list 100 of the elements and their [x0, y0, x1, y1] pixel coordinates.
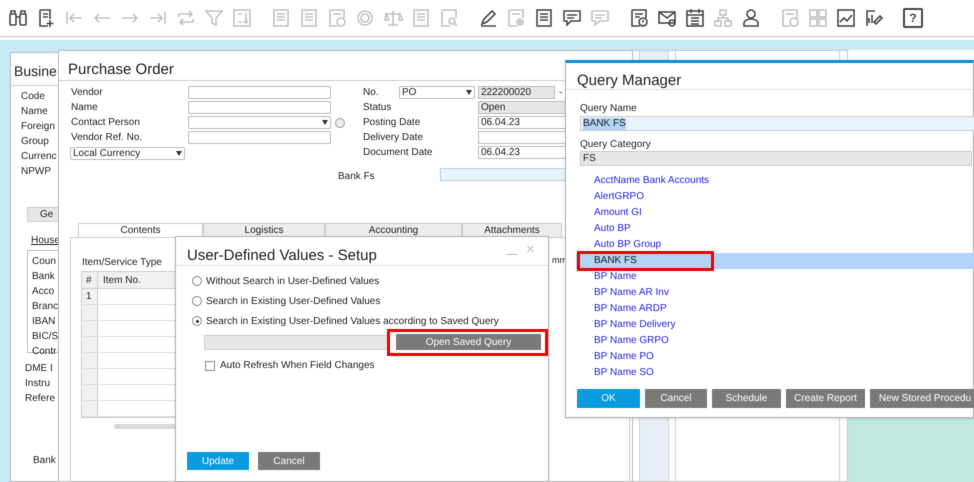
input-field: 222200020: [478, 86, 555, 99]
field-label: Bank Fs: [338, 170, 375, 184]
query-list-item[interactable]: BP Name SO: [576, 365, 974, 381]
query-list-item[interactable]: BP Name AR Inv: [576, 285, 974, 301]
input-field[interactable]: [440, 168, 566, 181]
dialog-button[interactable]: Create Report: [786, 389, 865, 408]
input-field[interactable]: BANK FS: [580, 116, 974, 131]
field-label: Vendor: [71, 86, 104, 100]
chart-icon[interactable]: [836, 8, 856, 28]
field-label: Code: [21, 91, 45, 103]
query-list-item[interactable]: BANK FS: [576, 253, 974, 269]
field-label: Delivery Date: [363, 131, 424, 145]
field-label: Posting Date: [363, 116, 422, 130]
field-label: Document Date: [363, 146, 434, 160]
query-list-item[interactable]: BP Name: [576, 269, 974, 285]
scrollbar[interactable]: [114, 424, 177, 429]
tab[interactable]: Ge: [27, 207, 59, 222]
input-field[interactable]: [204, 335, 388, 350]
dialog-button[interactable]: Cancel: [645, 389, 707, 408]
field-label: Name: [21, 106, 48, 118]
mail-icon[interactable]: [657, 8, 677, 28]
input-field: Open: [478, 101, 567, 114]
query-list-item[interactable]: BP Name PO: [576, 349, 974, 365]
option-label: Without Search in User-Defined Values: [206, 274, 380, 288]
row-number: 1: [82, 289, 98, 304]
column-header: #: [82, 272, 98, 288]
field-label: Instru: [25, 377, 50, 391]
field-label: Item/Service Type: [82, 256, 162, 270]
input-field[interactable]: 06.04.23: [478, 146, 567, 159]
minimize-icon[interactable]: [506, 254, 517, 255]
checkbox[interactable]: [205, 360, 215, 370]
field-label: Currenc: [21, 151, 57, 163]
input-field: FS: [580, 151, 972, 166]
list-item: BIC/S: [31, 330, 60, 344]
tab[interactable]: Contents: [78, 223, 203, 238]
document-alert-icon[interactable]: [629, 8, 649, 28]
checkbox-label: Auto Refresh When Field Changes: [220, 359, 375, 373]
field-label: Status: [363, 101, 392, 115]
query-list-item[interactable]: AcctName Bank Accounts: [576, 173, 974, 189]
field-label: Contact Person: [71, 116, 141, 130]
query-list-item[interactable]: AlertGRPO: [576, 189, 974, 205]
radio-button[interactable]: [192, 276, 202, 286]
pencil-icon[interactable]: [478, 8, 498, 28]
window-title: Busine: [14, 62, 57, 81]
list-item: Bank: [31, 270, 56, 284]
chat-icon[interactable]: [562, 8, 582, 28]
selected-text: BANK FS: [583, 118, 626, 130]
input-field[interactable]: 06.04.23: [478, 116, 567, 129]
input-field[interactable]: [188, 86, 331, 99]
list-item: IBAN: [31, 315, 56, 329]
document-icon[interactable]: [534, 8, 554, 28]
field-label: Foreign: [21, 121, 55, 133]
field-label: Vendor Ref. No.: [71, 131, 144, 145]
field-label: DME I: [25, 362, 53, 376]
field-label: Query Category: [580, 138, 651, 152]
window-title: Purchase Order: [68, 60, 174, 80]
field-label: NPWP: [21, 166, 51, 178]
field-label: No.: [363, 86, 380, 100]
dialog-button[interactable]: New Stored Procedu: [870, 389, 974, 408]
dialog-title: User-Defined Values - Setup: [187, 246, 377, 266]
column-header: Item No.: [102, 274, 142, 288]
query-list-item[interactable]: BP Name Delivery: [576, 317, 974, 333]
field-label: Group: [21, 136, 49, 148]
person-icon[interactable]: [741, 8, 761, 28]
series-dropdown[interactable]: PO: [399, 86, 475, 99]
dropdown[interactable]: [188, 116, 331, 129]
field-label: Query Name: [580, 102, 637, 116]
binoculars-icon[interactable]: [8, 8, 28, 28]
option-label: Search in Existing User-Defined Values according to Saved Query: [206, 314, 499, 328]
list-item: Coun: [31, 255, 57, 269]
help-button[interactable]: ?: [903, 8, 923, 28]
list-item: Acco: [31, 285, 56, 299]
radio-button[interactable]: [192, 296, 202, 306]
query-list-item[interactable]: BP Name GRPO: [576, 333, 974, 349]
pencil-chart-icon[interactable]: [864, 8, 884, 28]
input-field[interactable]: [188, 101, 331, 114]
dialog-button[interactable]: Schedule: [712, 389, 781, 408]
input-field[interactable]: [478, 131, 567, 144]
query-list-item[interactable]: Amount GI: [576, 205, 974, 221]
field-label: Bank: [33, 454, 56, 468]
input-field[interactable]: [188, 131, 331, 144]
query-list-item[interactable]: BP Name ARDP: [576, 301, 974, 317]
field-label: Refere: [25, 392, 56, 406]
option-label: Search in Existing User-Defined Values: [206, 294, 380, 308]
calendar-icon[interactable]: [685, 8, 705, 28]
list-item: Branc: [31, 300, 60, 314]
radio-button[interactable]: [192, 316, 202, 326]
query-list-item[interactable]: Auto BP Group: [576, 237, 974, 253]
dialog-button[interactable]: Cancel: [258, 452, 320, 470]
caret-icon: [176, 151, 182, 156]
document-plus-icon[interactable]: [36, 8, 56, 28]
query-list-item[interactable]: Auto BP: [576, 221, 974, 237]
caret-icon: [466, 90, 472, 95]
field-label: Name: [71, 101, 99, 115]
currency-dropdown[interactable]: Local Currency: [70, 147, 185, 160]
list-item: Contr: [31, 345, 58, 359]
separator-text: -: [559, 86, 562, 100]
caret-icon: [322, 120, 328, 125]
dialog-title: Query Manager: [577, 71, 682, 91]
open-query-button[interactable]: Open Saved Query: [396, 334, 541, 350]
